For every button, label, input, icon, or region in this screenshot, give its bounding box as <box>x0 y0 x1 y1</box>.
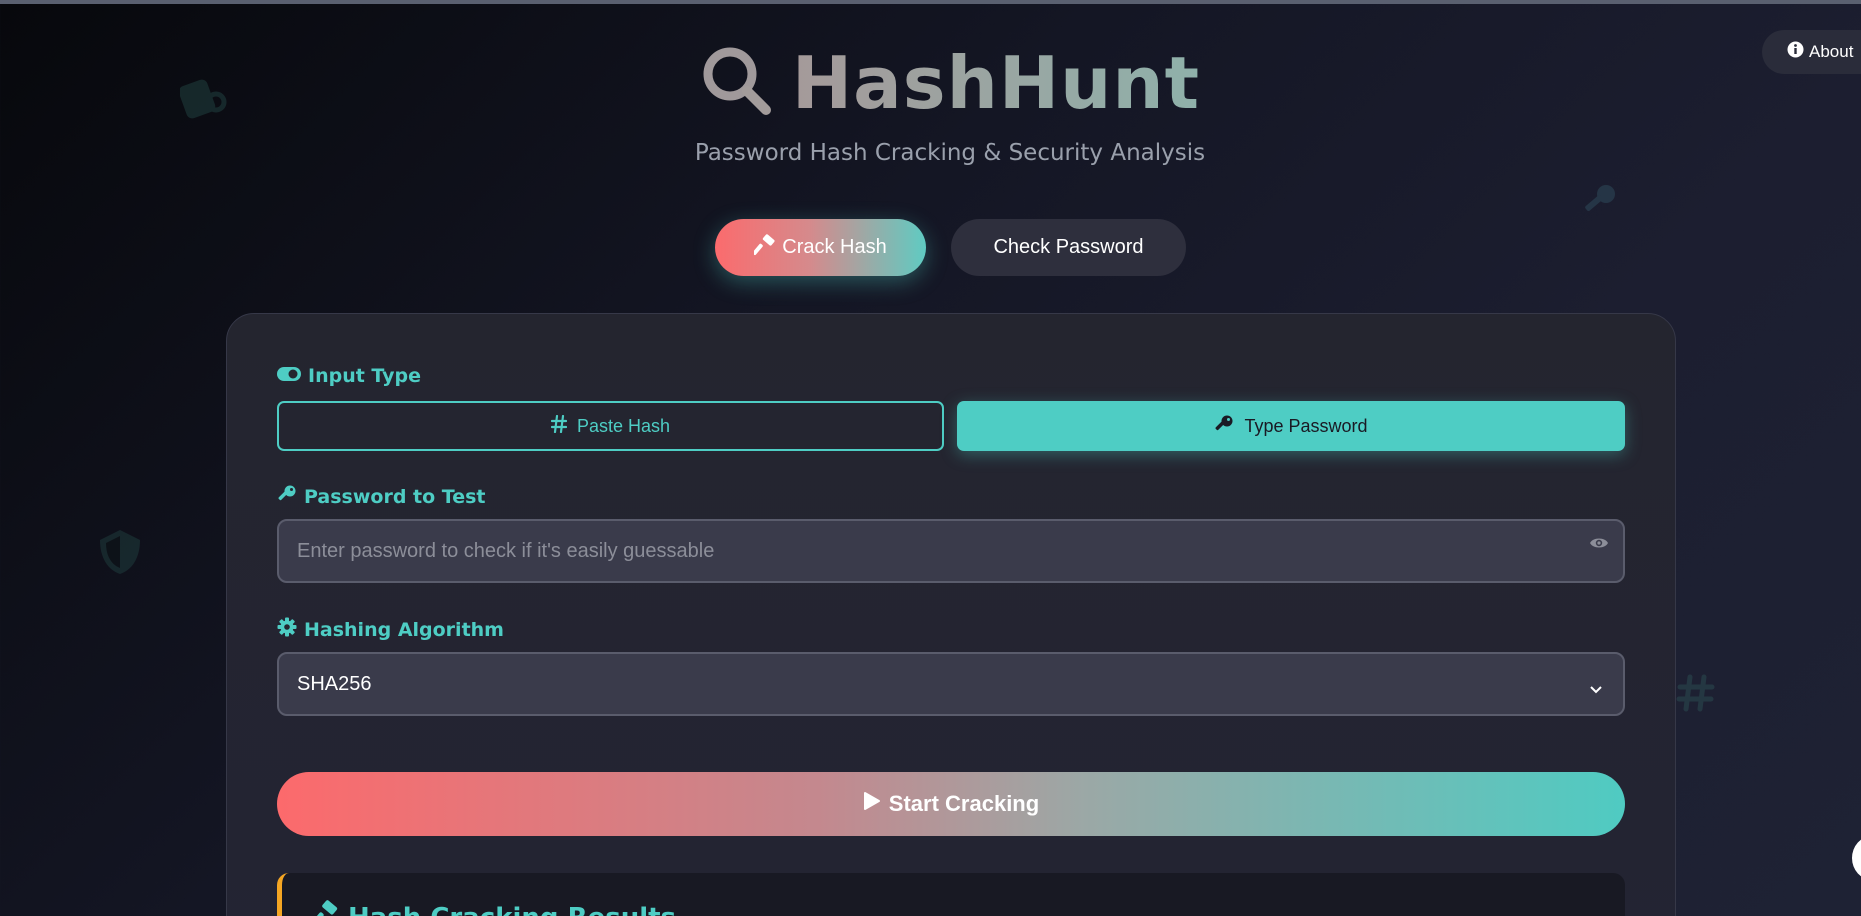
algorithm-select[interactable]: SHA256 <box>277 652 1625 716</box>
paste-hash-label: Paste Hash <box>576 415 671 436</box>
algorithm-field-label: Hashing Algorithm <box>277 617 504 642</box>
algorithm-field-label-text: Hashing Algorithm <box>304 618 504 641</box>
floating-action-button[interactable] <box>1852 836 1861 880</box>
gear-icon <box>277 617 297 642</box>
about-label: About <box>1809 42 1854 61</box>
password-field-label: Password to Test <box>277 484 486 509</box>
tab-crack-hash-label: Crack Hash <box>782 236 887 258</box>
window-top-border <box>0 0 1861 4</box>
info-circle-icon <box>1787 41 1804 63</box>
start-cracking-label: Start Cracking <box>888 791 1040 816</box>
algorithm-selected-value: SHA256 <box>297 672 372 695</box>
hashtag-icon <box>1676 673 1716 713</box>
chevron-down-icon <box>1589 678 1603 701</box>
search-icon <box>700 44 774 122</box>
hammer-icon <box>311 900 340 916</box>
results-title: Hash Cracking Results <box>311 900 676 916</box>
app-subtitle: Password Hash Cracking & Security Analys… <box>694 140 1206 166</box>
key-icon <box>1214 414 1234 439</box>
tab-check-password[interactable]: Check Password <box>951 219 1186 276</box>
password-input[interactable]: Enter password to check if it's easily g… <box>277 519 1625 583</box>
password-placeholder: Enter password to check if it's easily g… <box>297 539 715 562</box>
toggle-icon <box>277 365 301 387</box>
input-type-text: Input Type <box>308 365 421 387</box>
brand-header: HashHunt <box>0 38 1861 128</box>
results-title-text: Hash Cracking Results <box>348 903 676 916</box>
tab-crack-hash[interactable]: Crack Hash <box>715 219 926 276</box>
type-password-label: Type Password <box>1244 415 1368 436</box>
paste-hash-button[interactable]: Paste Hash <box>277 401 944 451</box>
password-field-label-text: Password to Test <box>304 485 486 508</box>
shield-icon <box>94 526 146 578</box>
key-icon <box>277 484 297 509</box>
hammer-icon <box>752 233 776 262</box>
app-title: HashHunt <box>792 38 1200 128</box>
key-icon <box>1582 182 1618 218</box>
eye-icon[interactable] <box>1589 533 1609 556</box>
hashtag-icon <box>550 414 568 438</box>
results-panel: Hash Cracking Results <box>277 873 1625 916</box>
input-type-label: Input Type <box>277 365 421 387</box>
start-cracking-button[interactable]: Start Cracking <box>277 772 1625 836</box>
tab-check-password-label: Check Password <box>993 236 1144 258</box>
about-button[interactable]: About <box>1762 30 1861 74</box>
type-password-button[interactable]: Type Password <box>957 401 1625 451</box>
play-icon <box>863 791 881 817</box>
